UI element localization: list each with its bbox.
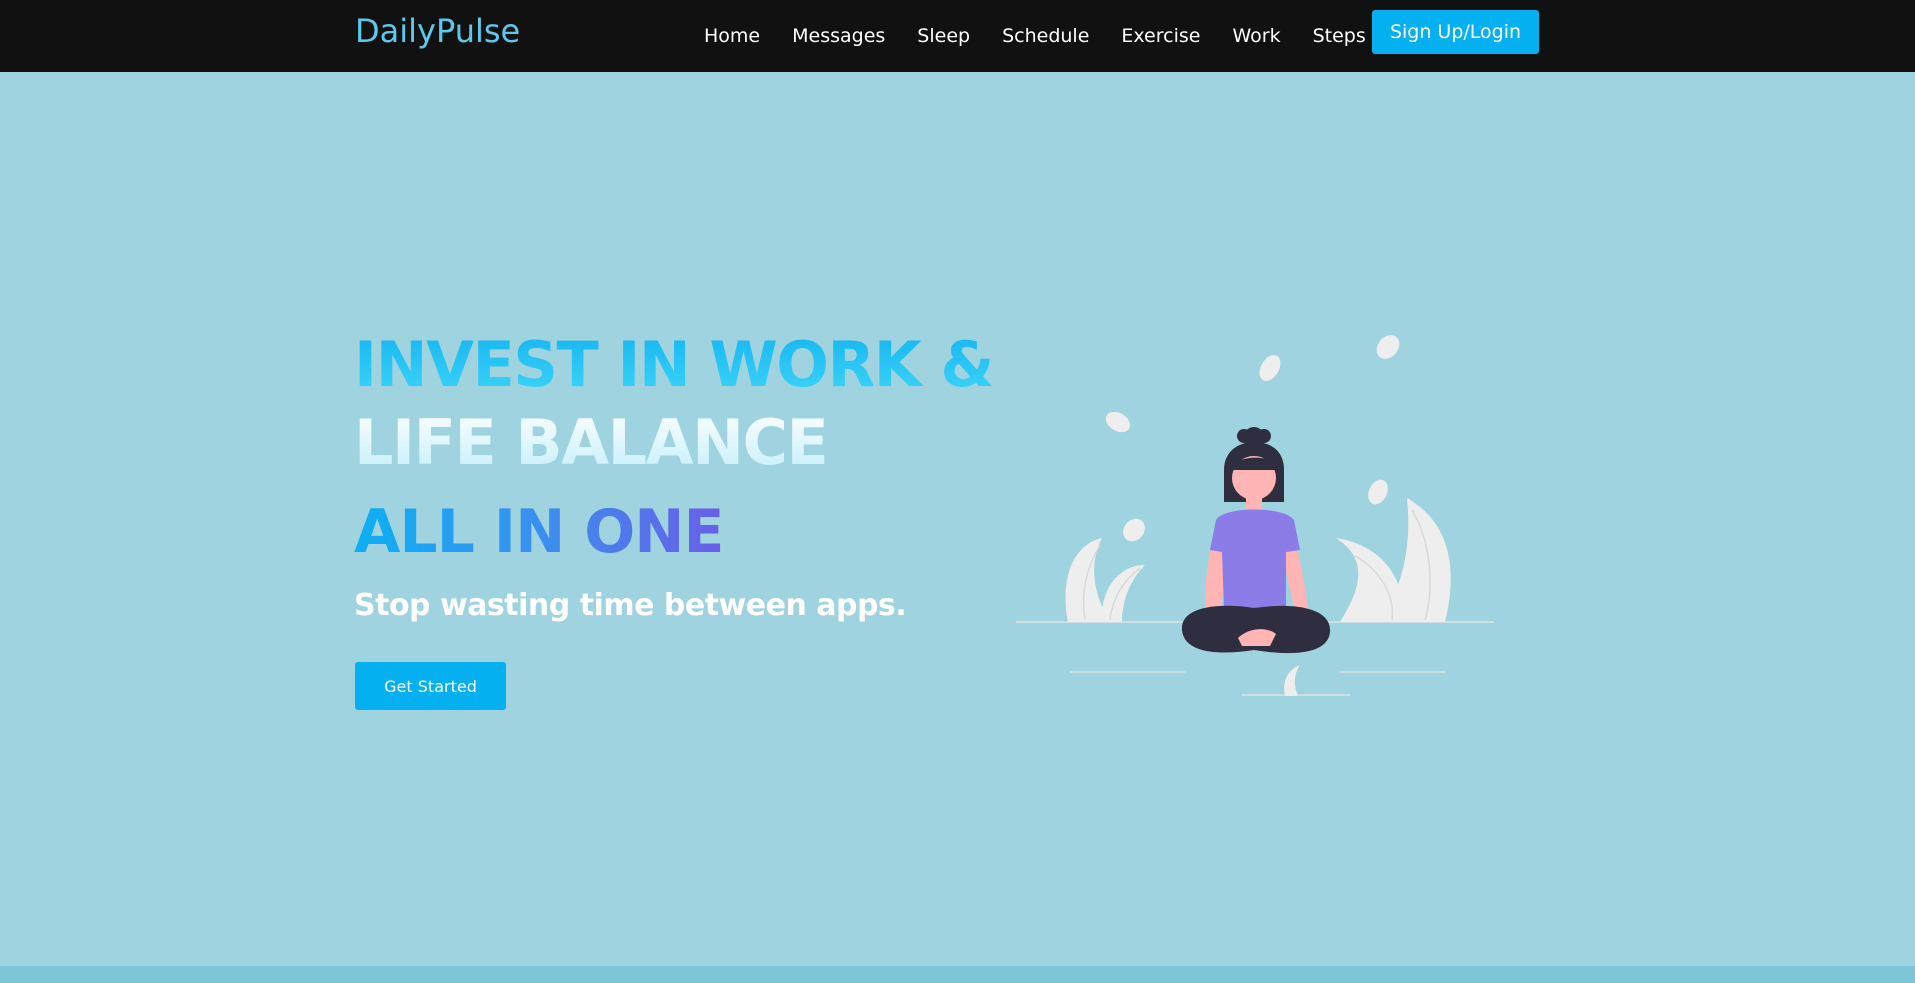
- left-plant: [1065, 538, 1145, 622]
- hero-headline-line1: INVEST IN WORK &: [354, 328, 994, 401]
- bottom-sprout: [1284, 665, 1300, 696]
- nav-link-home[interactable]: Home: [704, 25, 760, 47]
- meditating-woman-illustration: [1016, 335, 1494, 696]
- brand-logo[interactable]: DailyPulse: [355, 12, 520, 50]
- hero-headline-line3: ALL IN ONE: [354, 497, 724, 567]
- main-nav: Home Messages Sleep Schedule Exercise Wo…: [704, 0, 1366, 72]
- nav-link-work[interactable]: Work: [1232, 25, 1280, 47]
- nav-link-exercise[interactable]: Exercise: [1121, 25, 1200, 47]
- nav-link-messages[interactable]: Messages: [792, 25, 885, 47]
- footer-strip: [0, 966, 1915, 983]
- signup-login-button[interactable]: Sign Up/Login: [1372, 10, 1539, 54]
- hero-tagline: Stop wasting time between apps.: [354, 588, 907, 623]
- get-started-button[interactable]: Get Started: [355, 662, 506, 710]
- top-navbar: DailyPulse Home Messages Sleep Schedule …: [0, 0, 1915, 72]
- nav-link-schedule[interactable]: Schedule: [1002, 25, 1089, 47]
- nav-link-sleep[interactable]: Sleep: [917, 25, 970, 47]
- meditating-figure: [1181, 427, 1331, 654]
- right-plant: [1336, 498, 1451, 622]
- nav-link-steps[interactable]: Steps: [1313, 25, 1366, 47]
- hero-headline-line2: LIFE BALANCE: [354, 406, 829, 479]
